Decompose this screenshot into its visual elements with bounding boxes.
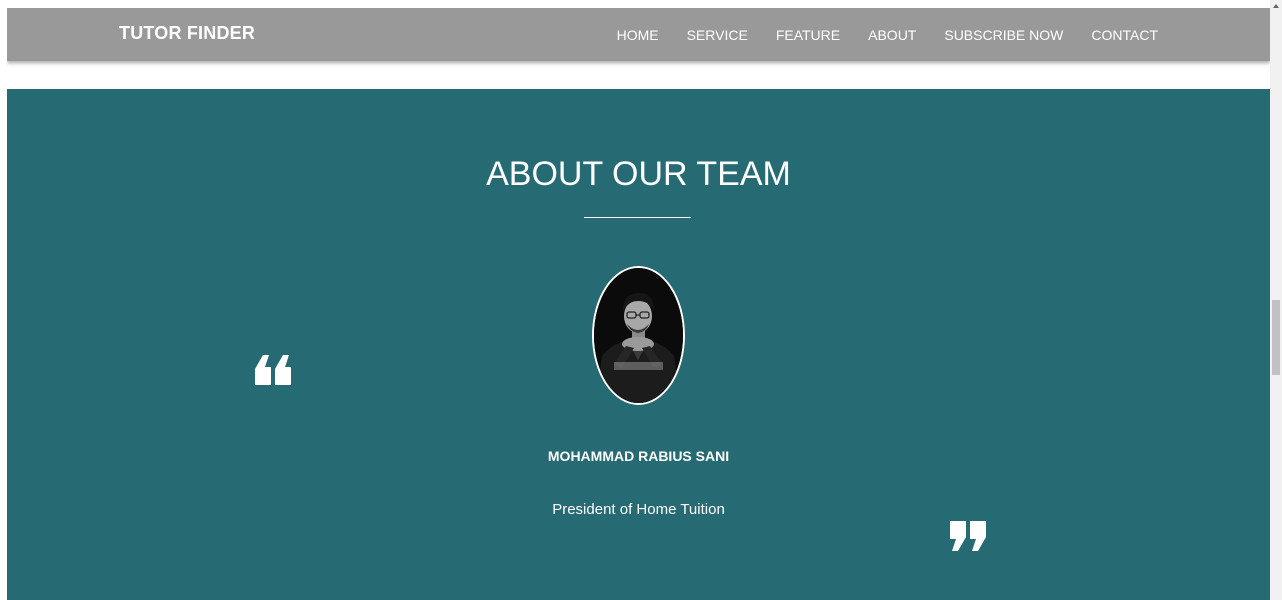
scroll-thumb[interactable] [1272, 300, 1280, 375]
team-member-avatar [592, 266, 685, 405]
team-member-name: MOHAMMAD RABIUS SANI [547, 448, 730, 464]
scroll-up-icon[interactable] [1273, 4, 1279, 8]
nav-link-subscribe-now[interactable]: SUBSCRIBE NOW [944, 27, 1063, 43]
vertical-scrollbar[interactable] [1270, 0, 1282, 600]
nav-link-feature[interactable]: FEATURE [776, 27, 840, 43]
navbar: TUTOR FINDER HOME SERVICE FEATURE ABOUT … [7, 8, 1270, 61]
nav-link-contact[interactable]: CONTACT [1091, 27, 1158, 43]
nav-menu: HOME SERVICE FEATURE ABOUT SUBSCRIBE NOW… [617, 8, 1158, 61]
brand-logo[interactable]: TUTOR FINDER [119, 23, 255, 44]
nav-link-service[interactable]: SERVICE [687, 27, 748, 43]
person-photo-icon [594, 268, 683, 403]
open-quote-icon [254, 351, 294, 392]
about-team-section: ABOUT OUR TEAM MOHAMMAD RABIUS SANI Pres… [7, 89, 1270, 600]
close-quote-icon [949, 519, 989, 560]
title-divider [584, 217, 691, 218]
nav-link-home[interactable]: HOME [617, 27, 659, 43]
section-title: ABOUT OUR TEAM [486, 155, 791, 193]
page: TUTOR FINDER HOME SERVICE FEATURE ABOUT … [7, 8, 1270, 600]
nav-link-about[interactable]: ABOUT [868, 27, 916, 43]
team-member-role: President of Home Tuition [552, 501, 725, 518]
